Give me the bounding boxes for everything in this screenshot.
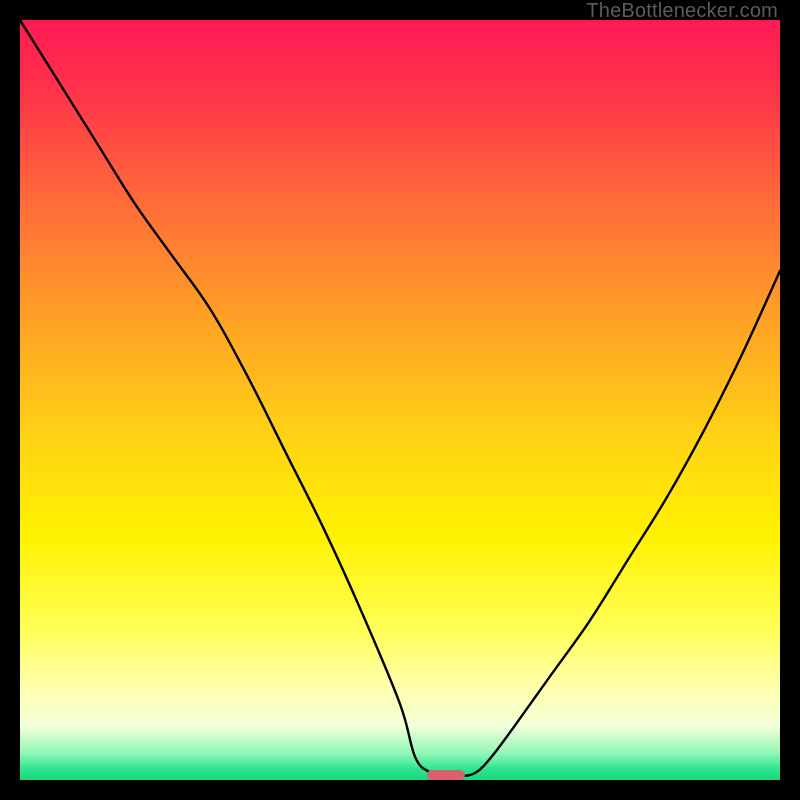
bottleneck-curve [20, 20, 780, 780]
chart-frame: TheBottlenecker.com [0, 0, 800, 800]
optimal-marker [427, 770, 465, 780]
plot-area [20, 20, 780, 780]
watermark-text: TheBottlenecker.com [586, 0, 778, 23]
